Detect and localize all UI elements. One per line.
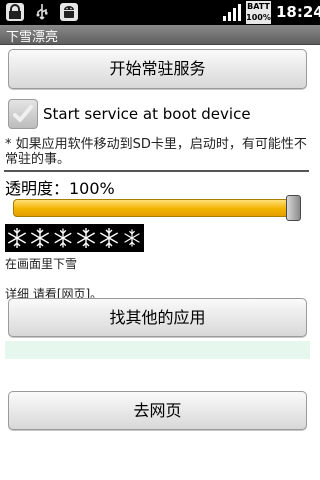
app-title: 下雪漂亮 [6, 30, 59, 45]
ad-banner-area [5, 341, 310, 359]
snowflake-icon [76, 227, 96, 249]
status-bar: BATT 100% 18:24 [0, 0, 320, 25]
opacity-slider-thumb[interactable] [286, 195, 301, 221]
check-icon [13, 105, 33, 122]
go-webpage-button[interactable]: 去网页 [8, 391, 307, 430]
boot-start-label[interactable]: Start service at boot device [43, 105, 251, 123]
snowflake-icon [30, 227, 50, 249]
snowflake-icon [7, 227, 27, 249]
opacity-label: 透明度：100% [5, 179, 115, 198]
snowflake-icon [99, 227, 119, 249]
usb-icon [33, 3, 51, 21]
sd-card-note: * 如果应用软件移动到SD卡里，启动时，有可能性不常驻的事。 [5, 137, 307, 167]
battery-icon: BATT 100% [246, 1, 271, 24]
snow-preview-image [5, 224, 144, 252]
android-icon [60, 3, 78, 21]
status-clock: 18:24 [276, 3, 320, 21]
signal-icon [223, 4, 241, 21]
lock-icon [6, 3, 24, 21]
app-title-bar: 下雪漂亮 [0, 25, 320, 45]
snowflake-icon [124, 228, 140, 248]
opacity-slider[interactable] [13, 199, 301, 217]
battery-label-top: BATT [247, 2, 270, 11]
boot-start-checkbox[interactable] [8, 99, 38, 129]
start-service-button[interactable]: 开始常驻服务 [8, 49, 307, 89]
find-more-apps-button[interactable]: 找其他的应用 [8, 298, 307, 337]
battery-level-text: 100% [246, 13, 271, 22]
divider [4, 170, 309, 172]
snowflake-icon [54, 227, 72, 249]
snow-caption: 在画面里下雪 [5, 257, 78, 271]
